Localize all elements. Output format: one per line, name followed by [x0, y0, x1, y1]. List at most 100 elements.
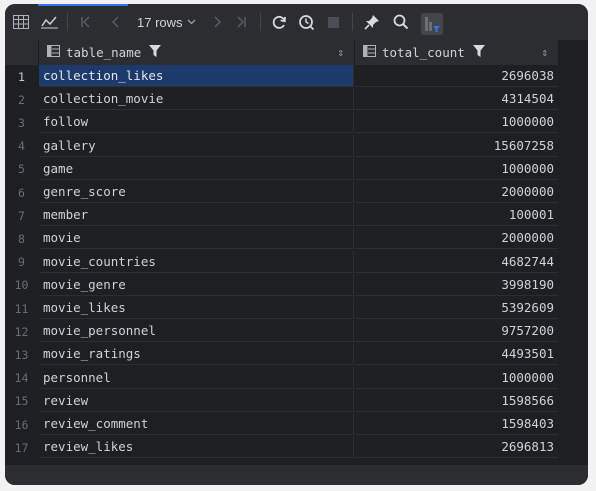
cell-table-name[interactable]: movie_likes	[39, 297, 354, 319]
row-number[interactable]: 9	[5, 251, 38, 274]
table-row[interactable]: 5 game 1000000	[5, 157, 558, 181]
column-label: total_count	[382, 45, 465, 60]
cell-total-count[interactable]: 2696813	[355, 436, 558, 459]
filter-icon[interactable]	[149, 45, 162, 60]
cell-total-count[interactable]: 4314504	[355, 88, 558, 111]
table-view-icon[interactable]	[11, 11, 31, 33]
row-number[interactable]: 8	[5, 227, 38, 250]
sort-icon[interactable]: ⇕	[541, 46, 548, 59]
column-header-total-count[interactable]: total_count ⇕	[355, 40, 558, 65]
table-row[interactable]: 16 review_comment 1598403	[5, 413, 558, 436]
results-window: 17 rows table_name ⇕ total_count ⇕ 1 col…	[5, 4, 588, 485]
cell-total-count[interactable]: 15607258	[355, 135, 558, 157]
filter-toggle-button[interactable]	[421, 13, 443, 35]
table-row[interactable]: 6 genre_score 2000000	[5, 181, 558, 204]
bottom-bar	[5, 465, 588, 485]
column-header-table-name[interactable]: table_name ⇕	[39, 40, 354, 65]
cell-table-name[interactable]: review	[39, 389, 354, 412]
toolbar-separator	[260, 13, 261, 31]
table-row[interactable]: 14 personnel 1000000	[5, 366, 558, 390]
cell-total-count[interactable]: 1000000	[355, 111, 558, 134]
rows-count-label: 17 rows	[137, 14, 183, 30]
row-number[interactable]: 14	[5, 367, 38, 390]
table-row[interactable]: 11 movie_likes 5392609	[5, 297, 558, 320]
rows-count-dropdown[interactable]: 17 rows	[137, 12, 196, 32]
cell-table-name[interactable]: movie	[39, 227, 354, 250]
table-row[interactable]: 12 movie_personnel 9757200	[5, 320, 558, 343]
cell-table-name[interactable]: gallery	[39, 134, 354, 157]
cell-total-count[interactable]: 2000000	[355, 227, 558, 250]
chevron-down-icon	[187, 19, 195, 25]
cell-table-name[interactable]: review_comment	[39, 413, 354, 435]
row-number[interactable]: 6	[5, 181, 38, 204]
row-number[interactable]: 15	[5, 390, 38, 413]
table-row[interactable]: 1 collection_likes 2696038	[5, 65, 558, 88]
cell-total-count[interactable]: 2000000	[355, 181, 558, 203]
stop-icon[interactable]	[325, 11, 341, 33]
active-tab-indicator	[38, 4, 128, 6]
table-row[interactable]: 10 movie_genre 3998190	[5, 273, 558, 297]
filter-toggle-icon	[425, 17, 440, 32]
cell-total-count[interactable]: 9757200	[355, 320, 558, 343]
row-number[interactable]: 12	[5, 320, 38, 343]
cell-total-count[interactable]: 1000000	[355, 158, 558, 180]
column-icon	[363, 45, 376, 60]
cell-total-count[interactable]: 5392609	[355, 297, 558, 319]
cell-total-count[interactable]: 2696038	[355, 65, 558, 87]
cell-table-name[interactable]: movie_countries	[39, 250, 354, 273]
cell-total-count[interactable]: 4682744	[355, 251, 558, 273]
table-row[interactable]: 17 review_likes 2696813	[5, 436, 558, 459]
row-number[interactable]: 10	[5, 274, 38, 297]
table-row[interactable]: 2 collection_movie 4314504	[5, 88, 558, 111]
column-label: table_name	[66, 45, 142, 60]
cell-total-count[interactable]: 1598566	[355, 390, 558, 412]
row-number[interactable]: 4	[5, 135, 38, 158]
table-row[interactable]: 9 movie_countries 4682744	[5, 250, 558, 274]
pin-icon[interactable]	[363, 11, 381, 33]
prev-page-icon[interactable]	[108, 11, 124, 33]
cell-table-name[interactable]: movie_personnel	[39, 320, 354, 343]
search-icon[interactable]	[391, 11, 411, 33]
reload-icon[interactable]	[270, 11, 288, 33]
row-number[interactable]: 11	[5, 297, 38, 320]
cell-total-count[interactable]: 1000000	[355, 367, 558, 389]
sort-icon[interactable]: ⇕	[337, 46, 344, 59]
cell-table-name[interactable]: movie_ratings	[39, 343, 354, 366]
cell-total-count[interactable]: 100001	[355, 204, 558, 227]
cell-table-name[interactable]: genre_score	[39, 181, 354, 203]
row-number[interactable]: 2	[5, 88, 38, 111]
cell-table-name[interactable]: member	[39, 204, 354, 227]
row-number[interactable]: 1	[5, 65, 38, 88]
next-page-icon[interactable]	[209, 11, 225, 33]
toolbar-separator	[67, 13, 68, 31]
cell-table-name[interactable]: personnel	[39, 366, 354, 389]
cell-table-name[interactable]: collection_movie	[39, 88, 354, 111]
cell-table-name[interactable]: follow	[39, 111, 354, 134]
row-number[interactable]: 5	[5, 158, 38, 181]
results-toolbar: 17 rows	[5, 4, 588, 40]
table-row[interactable]: 4 gallery 15607258	[5, 134, 558, 158]
first-page-icon[interactable]	[78, 11, 94, 33]
table-row[interactable]: 15 review 1598566	[5, 389, 558, 413]
row-number[interactable]: 7	[5, 204, 38, 227]
cell-table-name[interactable]: game	[39, 157, 354, 180]
row-number[interactable]: 3	[5, 111, 38, 134]
filter-icon[interactable]	[472, 45, 485, 60]
last-page-icon[interactable]	[233, 11, 249, 33]
table-row[interactable]: 8 movie 2000000	[5, 227, 558, 250]
history-icon[interactable]	[296, 11, 316, 33]
cell-total-count[interactable]: 1598403	[355, 413, 558, 435]
chart-view-icon[interactable]	[39, 11, 59, 33]
row-number[interactable]: 16	[5, 413, 38, 436]
cell-table-name[interactable]: movie_genre	[39, 273, 354, 296]
cell-table-name[interactable]: review_likes	[39, 436, 354, 459]
cell-table-name[interactable]: collection_likes	[39, 65, 354, 87]
table-row[interactable]: 7 member 100001	[5, 204, 558, 227]
table-row[interactable]: 3 follow 1000000	[5, 111, 558, 134]
column-icon	[47, 45, 60, 60]
row-number[interactable]: 17	[5, 436, 38, 459]
cell-total-count[interactable]: 3998190	[355, 274, 558, 296]
table-row[interactable]: 13 movie_ratings 4493501	[5, 343, 558, 366]
cell-total-count[interactable]: 4493501	[355, 343, 558, 366]
row-number[interactable]: 13	[5, 343, 38, 366]
